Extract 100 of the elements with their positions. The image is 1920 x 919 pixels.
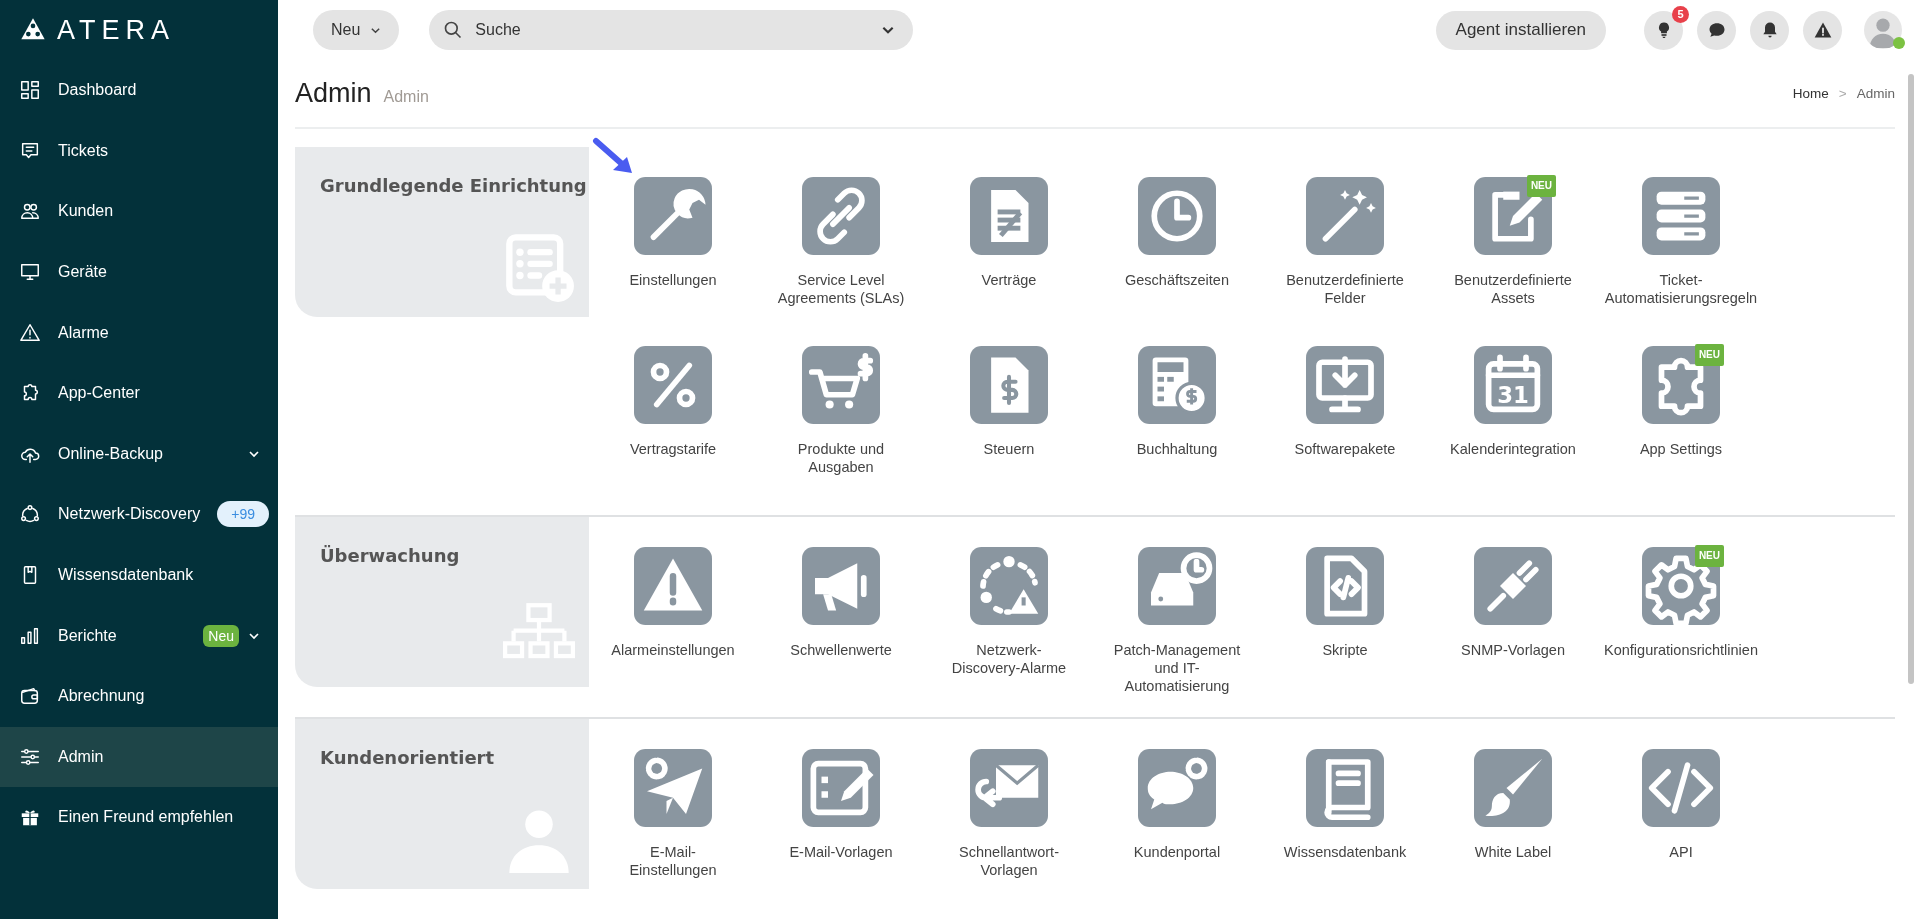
sidebar-item-label: Tickets	[58, 141, 110, 160]
sidebar-item-label: Dashboard	[58, 81, 138, 100]
admin-tile-link[interactable]: SNMP-Vorlagen	[1429, 547, 1597, 716]
sidebar-item-label: Wissensdatenbank	[58, 566, 195, 585]
code-icon	[1642, 749, 1720, 827]
count-badge: +99	[217, 501, 269, 528]
percent-icon	[634, 346, 712, 424]
search-field[interactable]: Suche	[429, 10, 914, 50]
sidebar-item[interactable]: Dashboard	[0, 60, 278, 121]
admin-tile-link[interactable]: Kundenportal	[1093, 749, 1261, 918]
sidebar-item[interactable]: Abrechnung	[0, 665, 278, 727]
admin-tile-link[interactable]: Einstellungen	[589, 177, 757, 346]
warning-icon	[1812, 20, 1833, 40]
search-input[interactable]: Suche	[473, 20, 872, 40]
admin-tile-link[interactable]: NEU Konfigurationsrichtlinien	[1597, 547, 1765, 716]
chat-button[interactable]	[1697, 10, 1736, 50]
scrollbar[interactable]	[1908, 74, 1914, 684]
section-title: Kundenorientiert	[320, 747, 496, 768]
admin-tile-link[interactable]: 31 Kalenderintegration	[1429, 346, 1597, 515]
admin-tile-link[interactable]: Verträge	[925, 177, 1093, 346]
page-title: Admin	[295, 78, 372, 109]
sidebar-item[interactable]: Netzwerk-Discovery +99	[0, 484, 278, 545]
new-badge: NEU	[1526, 175, 1556, 197]
sidebar-item-label: Netzwerk-Discovery	[58, 505, 201, 524]
admin-tile-link[interactable]: Buchhaltung	[1093, 346, 1261, 515]
new-badge: NEU	[1694, 545, 1724, 567]
admin-tile-link[interactable]: Geschäftszeiten	[1093, 177, 1261, 346]
paper-plane-gear-icon	[634, 749, 712, 827]
sidebar-item-label: Einen Freund empfehlen	[58, 808, 235, 827]
sidebar-item[interactable]: Alarme	[0, 302, 278, 363]
admin-tile-link[interactable]: Softwarepakete	[1261, 346, 1429, 515]
new-badge: Neu	[203, 624, 239, 647]
sidebar-item[interactable]: Geräte	[0, 241, 278, 303]
admin-tile-link[interactable]: Schwellenwerte	[757, 547, 925, 716]
admin-tile-link[interactable]: NEU App Settings	[1597, 346, 1765, 515]
calendar-icon: 31	[1474, 346, 1552, 424]
admin-tile-link[interactable]: API	[1597, 749, 1765, 918]
calculator-coin-icon	[1138, 346, 1216, 424]
sidebar-item[interactable]: Tickets	[0, 120, 278, 182]
logo-wordmark[interactable]: ATERA	[57, 14, 175, 46]
admin-tile-link[interactable]: White Label	[1429, 749, 1597, 918]
install-agent-button[interactable]: Agent installieren	[1435, 10, 1606, 50]
megaphone-icon	[802, 547, 880, 625]
breadcrumb-link[interactable]: Home	[1792, 86, 1829, 101]
admin-tile-link[interactable]: NEU Benutzerdefinierte Assets	[1429, 177, 1597, 346]
breadcrumb-current: Admin	[1856, 86, 1895, 101]
plug-icon	[1474, 547, 1552, 625]
sidebar-item[interactable]: Admin	[0, 726, 278, 788]
admin-tile-link[interactable]: Ticket-Automatisierungsregeln	[1597, 177, 1765, 346]
clock-icon	[1138, 177, 1216, 255]
gear-icon	[1642, 547, 1720, 625]
chain-link-icon	[802, 177, 880, 255]
admin-tile-link[interactable]: E-Mail-Einstellungen	[589, 749, 757, 918]
sidebar-item[interactable]: Berichte Neu	[0, 605, 278, 666]
chat-gear-icon	[1138, 749, 1216, 827]
new-button[interactable]: Neu	[313, 10, 400, 50]
page-subtitle: Admin	[383, 88, 429, 106]
admin-tile-link[interactable]: Vertragstarife	[589, 346, 757, 515]
sidebar-item-label: Abrechnung	[58, 687, 146, 706]
notifications-button[interactable]	[1750, 10, 1789, 50]
monitor-download-icon	[1306, 346, 1384, 424]
sidebar-item[interactable]: Wissensdatenbank	[0, 544, 278, 606]
clipboard-pen-icon	[1474, 177, 1552, 255]
sidebar-item-label: Berichte	[58, 626, 118, 645]
sidebar-item-label: Kunden	[58, 202, 115, 221]
sidebar-item[interactable]: Einen Freund empfehlen	[0, 787, 278, 848]
sidebar-item[interactable]: Kunden	[0, 181, 278, 242]
sidebar-item-label: Admin	[58, 747, 105, 766]
server-stack-icon	[1642, 177, 1720, 255]
tips-button[interactable]	[1644, 10, 1683, 50]
sidebar-item-label: App-Center	[58, 384, 141, 403]
admin-tile-link[interactable]: Netzwerk-Discovery-Alarme	[925, 547, 1093, 716]
admin-tile-link[interactable]: Service Level Agreements (SLAs)	[757, 177, 925, 346]
admin-tile-link[interactable]: Wissensdatenbank	[1261, 749, 1429, 918]
search-icon	[443, 20, 464, 40]
sidebar-item[interactable]: Online-Backup	[0, 423, 278, 485]
sidebar-item[interactable]: App-Center	[0, 362, 278, 424]
admin-tile-link[interactable]: Steuern	[925, 346, 1093, 515]
cart-dollar-icon	[802, 346, 880, 424]
alerts-button[interactable]	[1803, 10, 1842, 50]
book-icon	[1306, 749, 1384, 827]
admin-tile-link[interactable]: Alarmeinstellungen	[589, 547, 757, 716]
admin-tile-link[interactable]: Patch-Management und IT-Automatisierung	[1093, 547, 1261, 716]
new-badge: NEU	[1694, 344, 1724, 366]
network-warning-icon	[970, 547, 1048, 625]
admin-tile-link[interactable]: E-Mail-Vorlagen	[757, 749, 925, 918]
form-edit-icon	[802, 749, 880, 827]
admin-tile-link[interactable]: Schnellantwort-Vorlagen	[925, 749, 1093, 918]
sidebar-item-label: Geräte	[58, 263, 108, 282]
document-dollar-icon	[970, 346, 1048, 424]
sidebar-item-label: Online-Backup	[58, 444, 164, 463]
envelope-reply-icon	[970, 749, 1048, 827]
admin-tile-link[interactable]: Produkte und Ausgaben	[757, 346, 925, 515]
sidebar-item-label: Alarme	[58, 323, 110, 342]
admin-tile-link[interactable]: Benutzerdefinierte Felder	[1261, 177, 1429, 346]
puzzle-icon	[1642, 346, 1720, 424]
notification-count-badge: 5	[1672, 5, 1689, 23]
admin-tile-link[interactable]: Skripte	[1261, 547, 1429, 716]
magic-wand-icon	[1306, 177, 1384, 255]
wrench-icon	[634, 177, 712, 255]
